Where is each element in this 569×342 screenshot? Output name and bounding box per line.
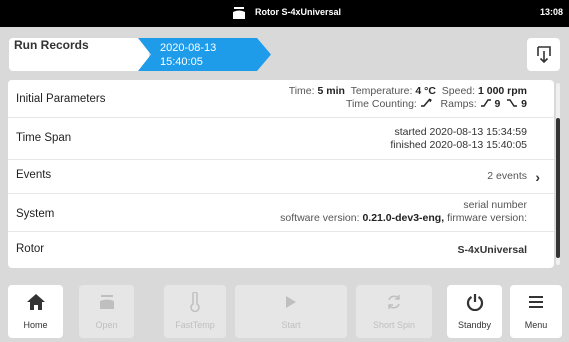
breadcrumb-label-run-records: Run Records: [14, 38, 89, 52]
breadcrumb-active-label: 2020-08-13 15:40:05: [160, 42, 217, 68]
play-icon: [286, 296, 296, 308]
status-bar: Rotor S-4xUniversal 13:08: [0, 0, 569, 27]
breadcrumb: Run Records 2020-08-13 15:40:05: [0, 27, 569, 76]
ramp-down-icon: [507, 99, 518, 107]
row-time-span: Time Span started 2020-08-13 15:34:59 fi…: [8, 118, 554, 160]
power-icon: [466, 294, 483, 311]
time-counting-icon: [420, 98, 432, 107]
row-system: System serial number software version: 0…: [8, 194, 554, 232]
export-icon: [536, 45, 551, 63]
bottom-toolbar: Home Open FastTemp Start Short Spin Stan…: [0, 278, 569, 342]
menu-icon: [529, 296, 543, 308]
home-button[interactable]: Home: [8, 285, 63, 338]
initial-parameters-values: Time: 5 min Temperature: 4 °C Speed: 1 0…: [288, 85, 527, 110]
thermometer-icon: [190, 292, 200, 312]
row-label: Time Span: [16, 132, 72, 144]
short-spin-button[interactable]: Short Spin: [356, 285, 432, 338]
home-icon: [26, 294, 45, 310]
spin-icon: [388, 295, 400, 309]
row-label: Initial Parameters: [16, 93, 106, 105]
row-events[interactable]: Events 2 events ›: [8, 160, 554, 194]
row-initial-parameters: Initial Parameters Time: 5 min Temperatu…: [8, 82, 554, 118]
rotor-icon: [233, 7, 245, 19]
clock: 13:08: [539, 7, 563, 17]
open-button[interactable]: Open: [79, 285, 134, 338]
system-values: serial number software version: 0.21.0-d…: [280, 199, 527, 224]
export-button[interactable]: [527, 38, 560, 71]
run-record-details: Initial Parameters Time: 5 min Temperatu…: [8, 80, 554, 268]
standby-button[interactable]: Standby: [447, 285, 502, 338]
row-rotor: Rotor S-4xUniversal: [8, 232, 554, 266]
menu-button[interactable]: Menu: [510, 285, 562, 338]
row-label: Events: [16, 169, 52, 181]
ramp-up-icon: [480, 99, 491, 107]
row-label: Rotor: [16, 243, 45, 255]
start-button[interactable]: Start: [235, 285, 347, 338]
scrollbar-thumb[interactable]: [556, 118, 560, 258]
lid-open-icon: [99, 295, 114, 309]
scrollbar[interactable]: [556, 83, 560, 265]
time-span-values: started 2020-08-13 15:34:59 finished 202…: [390, 126, 527, 151]
events-count: 2 events: [487, 170, 527, 182]
fasttemp-button[interactable]: FastTemp: [164, 285, 226, 338]
rotor-value: S-4xUniversal: [457, 244, 527, 256]
row-label: System: [16, 208, 55, 220]
chevron-right-icon: ›: [535, 169, 540, 185]
window-title: Rotor S-4xUniversal: [255, 7, 342, 17]
